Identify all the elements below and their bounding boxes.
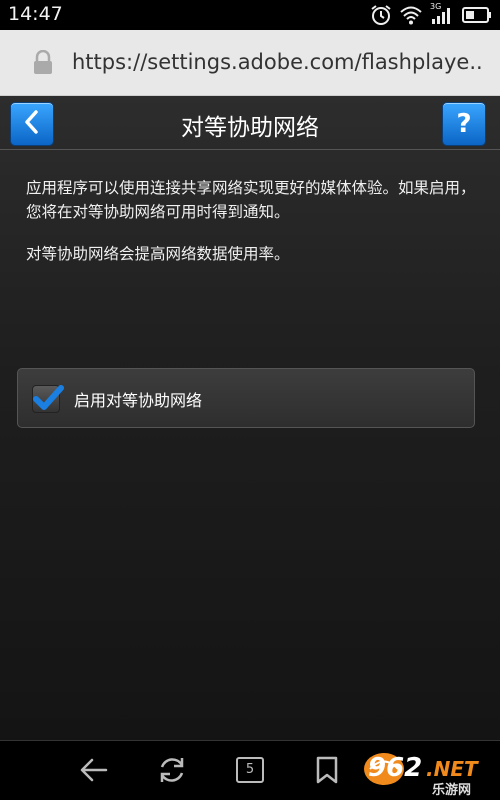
- status-bar: 14:47 3G: [0, 0, 500, 30]
- lock-icon: [32, 49, 54, 80]
- watermark-number: 962: [368, 753, 423, 783]
- watermark-cn: 乐游网: [432, 783, 472, 798]
- bookmark-icon[interactable]: [314, 755, 340, 789]
- watermark-suffix: .NET: [426, 757, 478, 781]
- watermark-logo: 962 .NET 乐游网: [362, 749, 494, 798]
- status-time: 14:47: [8, 3, 63, 25]
- refresh-icon[interactable]: [156, 755, 188, 789]
- url-text[interactable]: https://settings.adobe.com/flashplaye..: [72, 50, 482, 74]
- battery-icon: [462, 7, 492, 23]
- enable-p2p-checkbox[interactable]: [32, 385, 64, 413]
- network-type-label: 3G: [430, 2, 442, 11]
- enable-p2p-option[interactable]: 启用对等协助网络: [17, 368, 475, 428]
- browser-url-bar[interactable]: https://settings.adobe.com/flashplaye..: [0, 30, 500, 96]
- status-icons: 3G: [370, 2, 492, 26]
- wifi-icon: [400, 5, 422, 25]
- back-icon[interactable]: [78, 755, 110, 789]
- settings-panel: 对等协助网络 ? 应用程序可以使用连接共享网络实现更好的媒体体验。如果启用，您将…: [0, 96, 500, 740]
- page-title: 对等协助网络: [181, 115, 319, 141]
- usage-note: 对等协助网络会提高网络数据使用率。: [26, 245, 290, 263]
- enable-p2p-label[interactable]: 启用对等协助网络: [74, 387, 202, 411]
- browser-bottom-bar: 5 962 .NET 乐游网: [0, 740, 500, 800]
- alarm-icon: [370, 4, 392, 26]
- tabs-icon[interactable]: 5: [236, 757, 264, 783]
- description-text: 应用程序可以使用连接共享网络实现更好的媒体体验。如果启用，您将在对等协助网络可用…: [26, 179, 476, 221]
- panel-header: 对等协助网络 ?: [0, 96, 500, 150]
- help-button[interactable]: ?: [442, 102, 486, 146]
- signal-icon: 3G: [430, 2, 454, 25]
